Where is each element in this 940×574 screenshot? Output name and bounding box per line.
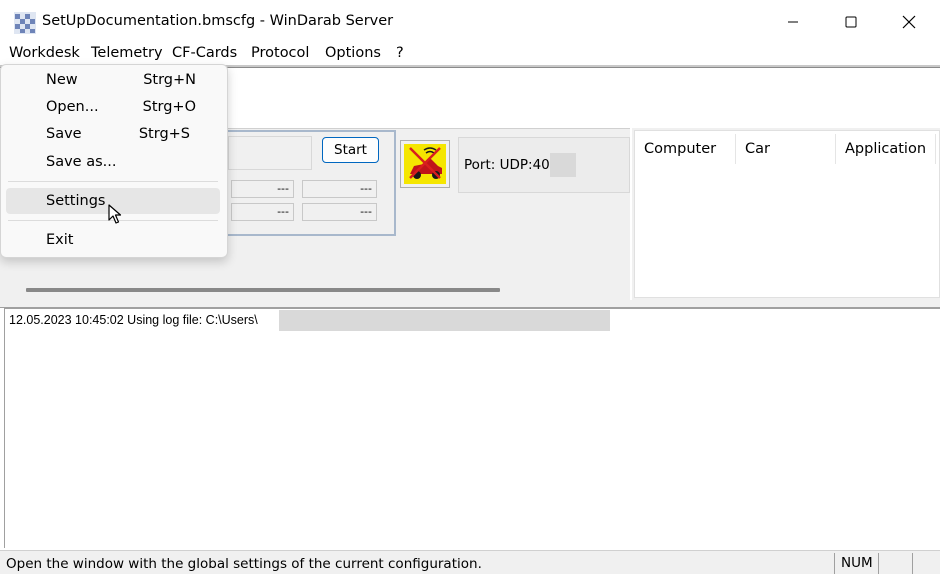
menu-item-shortcut: Strg+S (138, 126, 190, 142)
close-button[interactable] (880, 0, 938, 44)
menu-item-save-as[interactable]: Save as... (6, 149, 220, 175)
num-lock-indicator: NUM (834, 553, 878, 574)
menu-item-label: Save (46, 126, 82, 142)
car-telemetry-button[interactable] (400, 140, 450, 188)
status-pane (912, 553, 940, 574)
value-field: --- (302, 203, 377, 221)
redacted-block (279, 310, 610, 331)
menu-item-open[interactable]: Open... Strg+O (6, 94, 220, 120)
menu-separator (8, 181, 218, 182)
car-telemetry-disabled-icon (404, 144, 446, 184)
menu-item-label: Save as... (46, 154, 117, 170)
redacted-block (550, 153, 576, 177)
menu-item-label: Open... (46, 99, 99, 115)
menu-options[interactable]: Options (323, 44, 383, 66)
horizontal-scrollbar[interactable] (26, 288, 500, 292)
log-area[interactable] (4, 308, 940, 548)
menu-item-new[interactable]: New Strg+N (6, 67, 220, 93)
maximize-button[interactable] (822, 0, 880, 44)
status-pane (878, 553, 912, 574)
status-message: Open the window with the global settings… (6, 556, 482, 572)
menu-workdesk[interactable]: Workdesk (7, 44, 82, 66)
checkered-flag-icon (14, 12, 36, 34)
menu-item-shortcut: Strg+N (143, 72, 196, 88)
splitter[interactable] (0, 300, 940, 308)
connection-status-field (228, 136, 312, 170)
menu-protocol[interactable]: Protocol (249, 44, 311, 66)
column-header-application[interactable]: Application (836, 134, 936, 164)
menu-cf-cards[interactable]: CF-Cards (170, 44, 239, 66)
menu-item-label: Settings (46, 193, 106, 209)
menu-item-label: Exit (46, 232, 74, 248)
port-label: Port: UDP:400 (464, 157, 559, 173)
menu-item-save[interactable]: Save Strg+S (6, 121, 220, 147)
mouse-cursor-icon (108, 204, 122, 228)
menu-bar: Workdesk Telemetry CF-Cards Protocol Opt… (0, 44, 940, 66)
value-field: --- (302, 180, 377, 198)
menu-item-shortcut: Strg+O (142, 99, 196, 115)
menu-item-exit[interactable]: Exit (6, 227, 220, 253)
minimize-icon (788, 21, 798, 23)
window-title: SetUpDocumentation.bmscfg - WinDarab Ser… (42, 13, 394, 29)
start-button[interactable]: Start (322, 137, 379, 163)
minimize-button[interactable] (764, 0, 822, 44)
menu-item-label: New (46, 72, 78, 88)
log-line: 12.05.2023 10:45:02 Using log file: C:\U… (9, 313, 258, 327)
column-header-car[interactable]: Car (736, 134, 836, 164)
value-field: --- (231, 180, 294, 198)
maximize-icon (845, 16, 857, 28)
column-header-computer[interactable]: Computer (635, 134, 736, 164)
close-icon (902, 15, 916, 29)
menu-telemetry[interactable]: Telemetry (89, 44, 165, 66)
value-field: --- (231, 203, 294, 221)
menu-help[interactable]: ? (394, 44, 406, 66)
